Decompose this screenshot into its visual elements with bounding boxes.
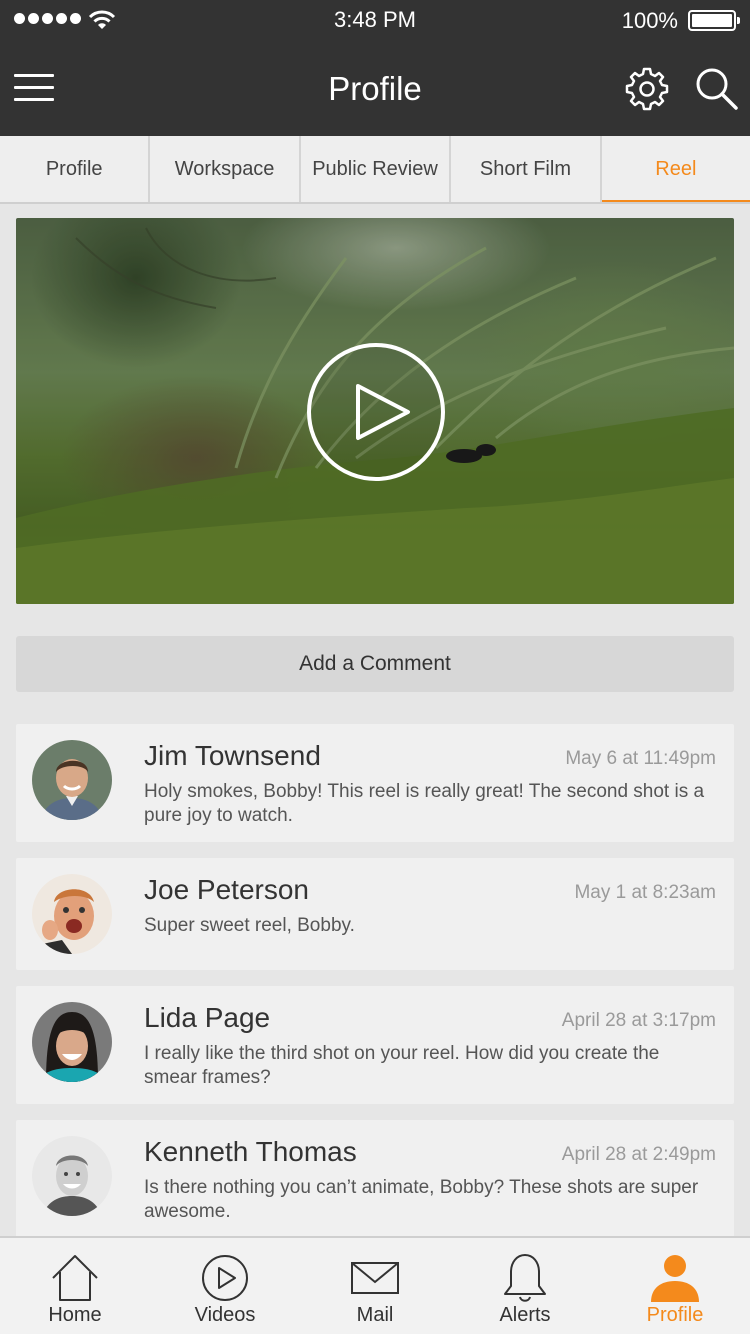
person-icon xyxy=(651,1255,699,1302)
comment-timestamp: May 6 at 11:49pm xyxy=(565,748,716,769)
add-comment-button[interactable]: Add a Comment xyxy=(16,636,734,692)
play-button-icon[interactable] xyxy=(306,342,446,482)
tabbar-label: Videos xyxy=(194,1304,256,1326)
play-circle-icon xyxy=(202,1255,248,1301)
comment-timestamp: April 28 at 2:49pm xyxy=(561,1144,716,1165)
comment-item: Jim Townsend May 6 at 11:49pm Holy smoke… xyxy=(16,724,734,842)
comment-author[interactable]: Jim Townsend xyxy=(144,740,321,772)
avatar[interactable] xyxy=(32,1002,112,1082)
avatar[interactable] xyxy=(32,1136,112,1216)
tab-profile[interactable]: Profile xyxy=(0,136,151,202)
tabbar-mail[interactable]: Mail xyxy=(300,1238,450,1334)
comment-text: I really like the third shot on your ree… xyxy=(144,1043,660,1088)
bell-icon xyxy=(504,1254,546,1302)
home-icon xyxy=(52,1255,98,1301)
comment-text: Is there nothing you can’t animate, Bobb… xyxy=(144,1177,699,1222)
tabbar-home[interactable]: Home xyxy=(0,1238,150,1334)
bottom-tab-bar: Home Videos Mail Alerts Profile xyxy=(0,1236,750,1334)
search-icon[interactable] xyxy=(694,66,738,110)
comment-timestamp: May 1 at 8:23am xyxy=(574,882,716,903)
mail-icon xyxy=(351,1262,399,1294)
tabbar-label: Profile xyxy=(646,1304,704,1326)
comment-timestamp: April 28 at 3:17pm xyxy=(561,1010,716,1031)
tab-workspace[interactable]: Workspace xyxy=(150,136,301,202)
comment-item: Joe Peterson May 1 at 8:23am Super sweet… xyxy=(16,858,734,970)
tabbar-alerts[interactable]: Alerts xyxy=(450,1238,600,1334)
comment-item: Kenneth Thomas April 28 at 2:49pm Is the… xyxy=(16,1120,734,1238)
comment-text: Super sweet reel, Bobby. xyxy=(144,915,355,936)
comment-author[interactable]: Joe Peterson xyxy=(144,874,309,906)
tab-short-film[interactable]: Short Film xyxy=(451,136,602,202)
reel-video-player[interactable] xyxy=(16,218,734,604)
tabbar-label: Home xyxy=(48,1304,102,1326)
status-bar: 3:48 PM 100% xyxy=(0,0,750,40)
tab-reel[interactable]: Reel xyxy=(602,136,750,202)
tab-public-review[interactable]: Public Review xyxy=(301,136,452,202)
tabbar-label: Mail xyxy=(356,1304,394,1326)
comment-text: Holy smokes, Bobby! This reel is really … xyxy=(144,781,705,826)
tabbar-videos[interactable]: Videos xyxy=(150,1238,300,1334)
tabbar-label: Alerts xyxy=(499,1304,551,1326)
navigation-bar: Profile xyxy=(0,40,750,136)
comment-author[interactable]: Lida Page xyxy=(144,1002,270,1034)
comment-author[interactable]: Kenneth Thomas xyxy=(144,1136,357,1168)
comment-item: Lida Page April 28 at 3:17pm I really li… xyxy=(16,986,734,1104)
avatar[interactable] xyxy=(32,874,112,954)
battery-percent: 100% xyxy=(621,8,678,33)
tabbar-profile[interactable]: Profile xyxy=(600,1238,750,1334)
hamburger-menu-icon[interactable] xyxy=(14,74,54,102)
avatar[interactable] xyxy=(32,740,112,820)
gear-icon[interactable] xyxy=(624,66,670,112)
battery-icon xyxy=(688,10,740,31)
profile-tabs: Profile Workspace Public Review Short Fi… xyxy=(0,136,750,204)
